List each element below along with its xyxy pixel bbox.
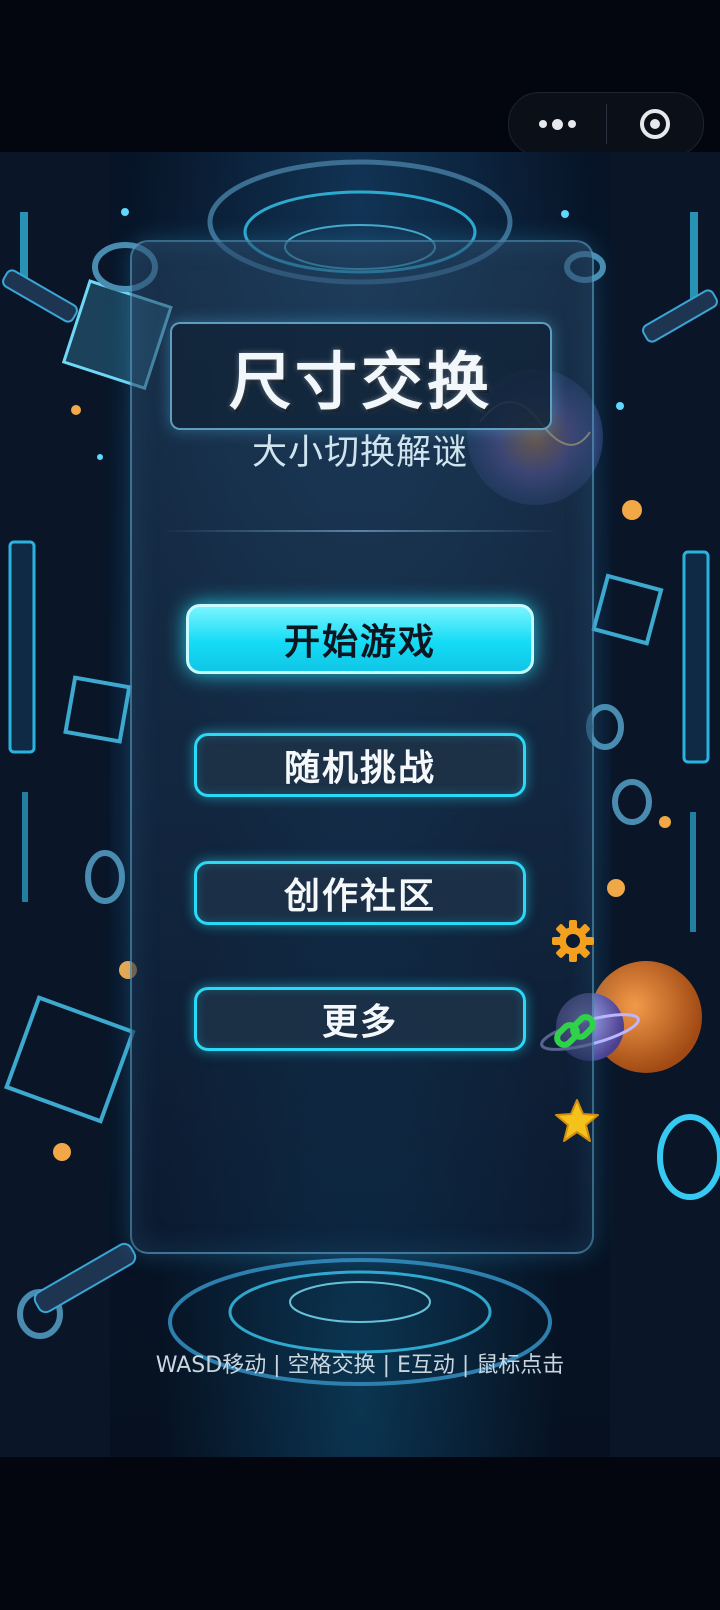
panel-divider (160, 530, 560, 532)
game-title: 尺寸交换 (228, 345, 493, 418)
link-icon[interactable] (552, 1008, 598, 1054)
title-plate: 尺寸交换 (170, 322, 552, 430)
close-button[interactable] (607, 93, 704, 155)
game-subtitle: 大小切换解谜 (251, 433, 468, 473)
more-button-menu[interactable]: 更多 (194, 987, 526, 1051)
more-dots-icon (538, 118, 576, 130)
creation-community-button[interactable]: 创作社区 (194, 861, 526, 925)
random-challenge-button[interactable]: 随机挑战 (194, 733, 526, 797)
mini-program-capsule (508, 92, 704, 156)
start-game-button[interactable]: 开始游戏 (186, 604, 534, 674)
more-button[interactable] (509, 93, 606, 155)
controls-hint: WASD移动 | 空格交换 | E互动 | 鼠标点击 (155, 1353, 565, 1378)
target-icon (639, 109, 670, 139)
star-icon[interactable] (553, 1097, 601, 1145)
gear-icon[interactable] (550, 918, 596, 964)
